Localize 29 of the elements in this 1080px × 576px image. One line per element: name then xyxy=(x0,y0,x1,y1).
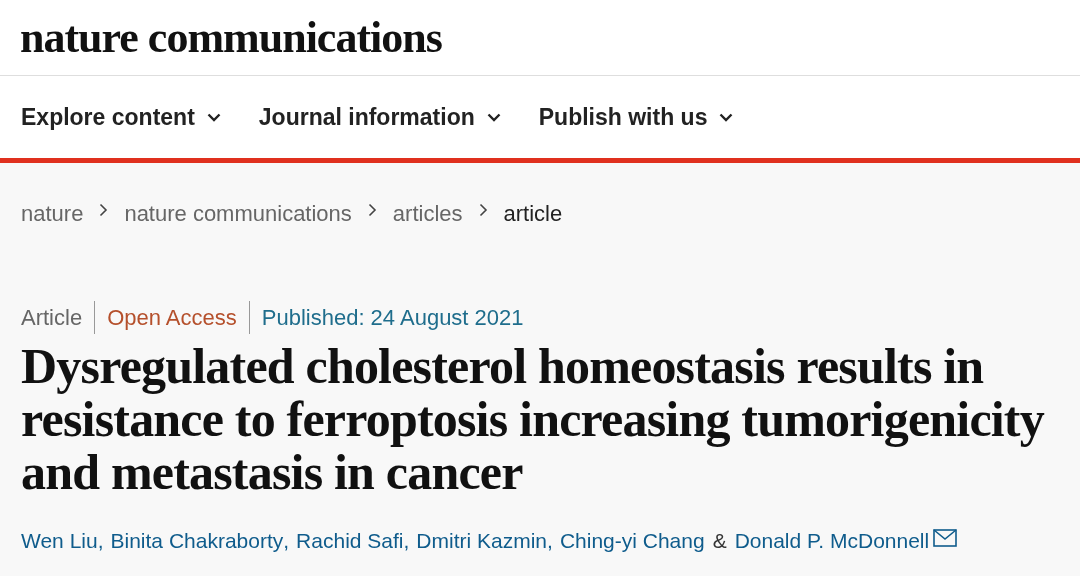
chevron-down-icon xyxy=(206,112,221,122)
author-link[interactable]: Rachid Safi xyxy=(296,525,404,557)
author-link[interactable]: Ching-yi Chang xyxy=(559,525,705,557)
author-link[interactable]: Wen Liu xyxy=(21,525,98,557)
breadcrumb-link[interactable]: nature communications xyxy=(124,197,352,230)
open-access-label: Open Access xyxy=(95,301,250,334)
author-separator: , xyxy=(547,528,553,554)
nav-menu-button[interactable]: Journal information xyxy=(258,99,501,135)
mail-icon[interactable] xyxy=(933,528,958,547)
nav-menu-button[interactable]: Explore content xyxy=(21,99,221,135)
author-separator: , xyxy=(97,528,104,554)
author-link[interactable]: Binita Chakraborty xyxy=(110,525,284,557)
author-separator: , xyxy=(283,528,290,554)
author-link[interactable]: Dmitri Kazmin xyxy=(416,525,548,557)
breadcrumb-current[interactable]: article xyxy=(503,197,563,230)
author-separator: , xyxy=(403,528,410,554)
chevron-right-icon xyxy=(367,202,377,217)
breadcrumb-link[interactable]: articles xyxy=(392,197,463,230)
chevron-down-icon xyxy=(486,112,501,122)
article-title: Dysregulated cholesterol homeostasis results in resistance to ferroptosis increasing tumorigenicity and metastasis in cancer xyxy=(20,340,1046,499)
author-separator: & xyxy=(712,528,727,554)
publication-date: Published: 24 August 2021 xyxy=(260,304,524,332)
chevron-right-icon xyxy=(478,202,488,217)
chevron-down-icon xyxy=(719,112,734,122)
chevron-right-icon xyxy=(99,202,109,217)
article-type: Article xyxy=(21,301,96,334)
nav-menu-button[interactable]: Publish with us xyxy=(538,99,734,135)
breadcrumb-link[interactable]: nature xyxy=(21,197,84,230)
author-link[interactable]: Donald P. McDonnell xyxy=(734,525,930,557)
